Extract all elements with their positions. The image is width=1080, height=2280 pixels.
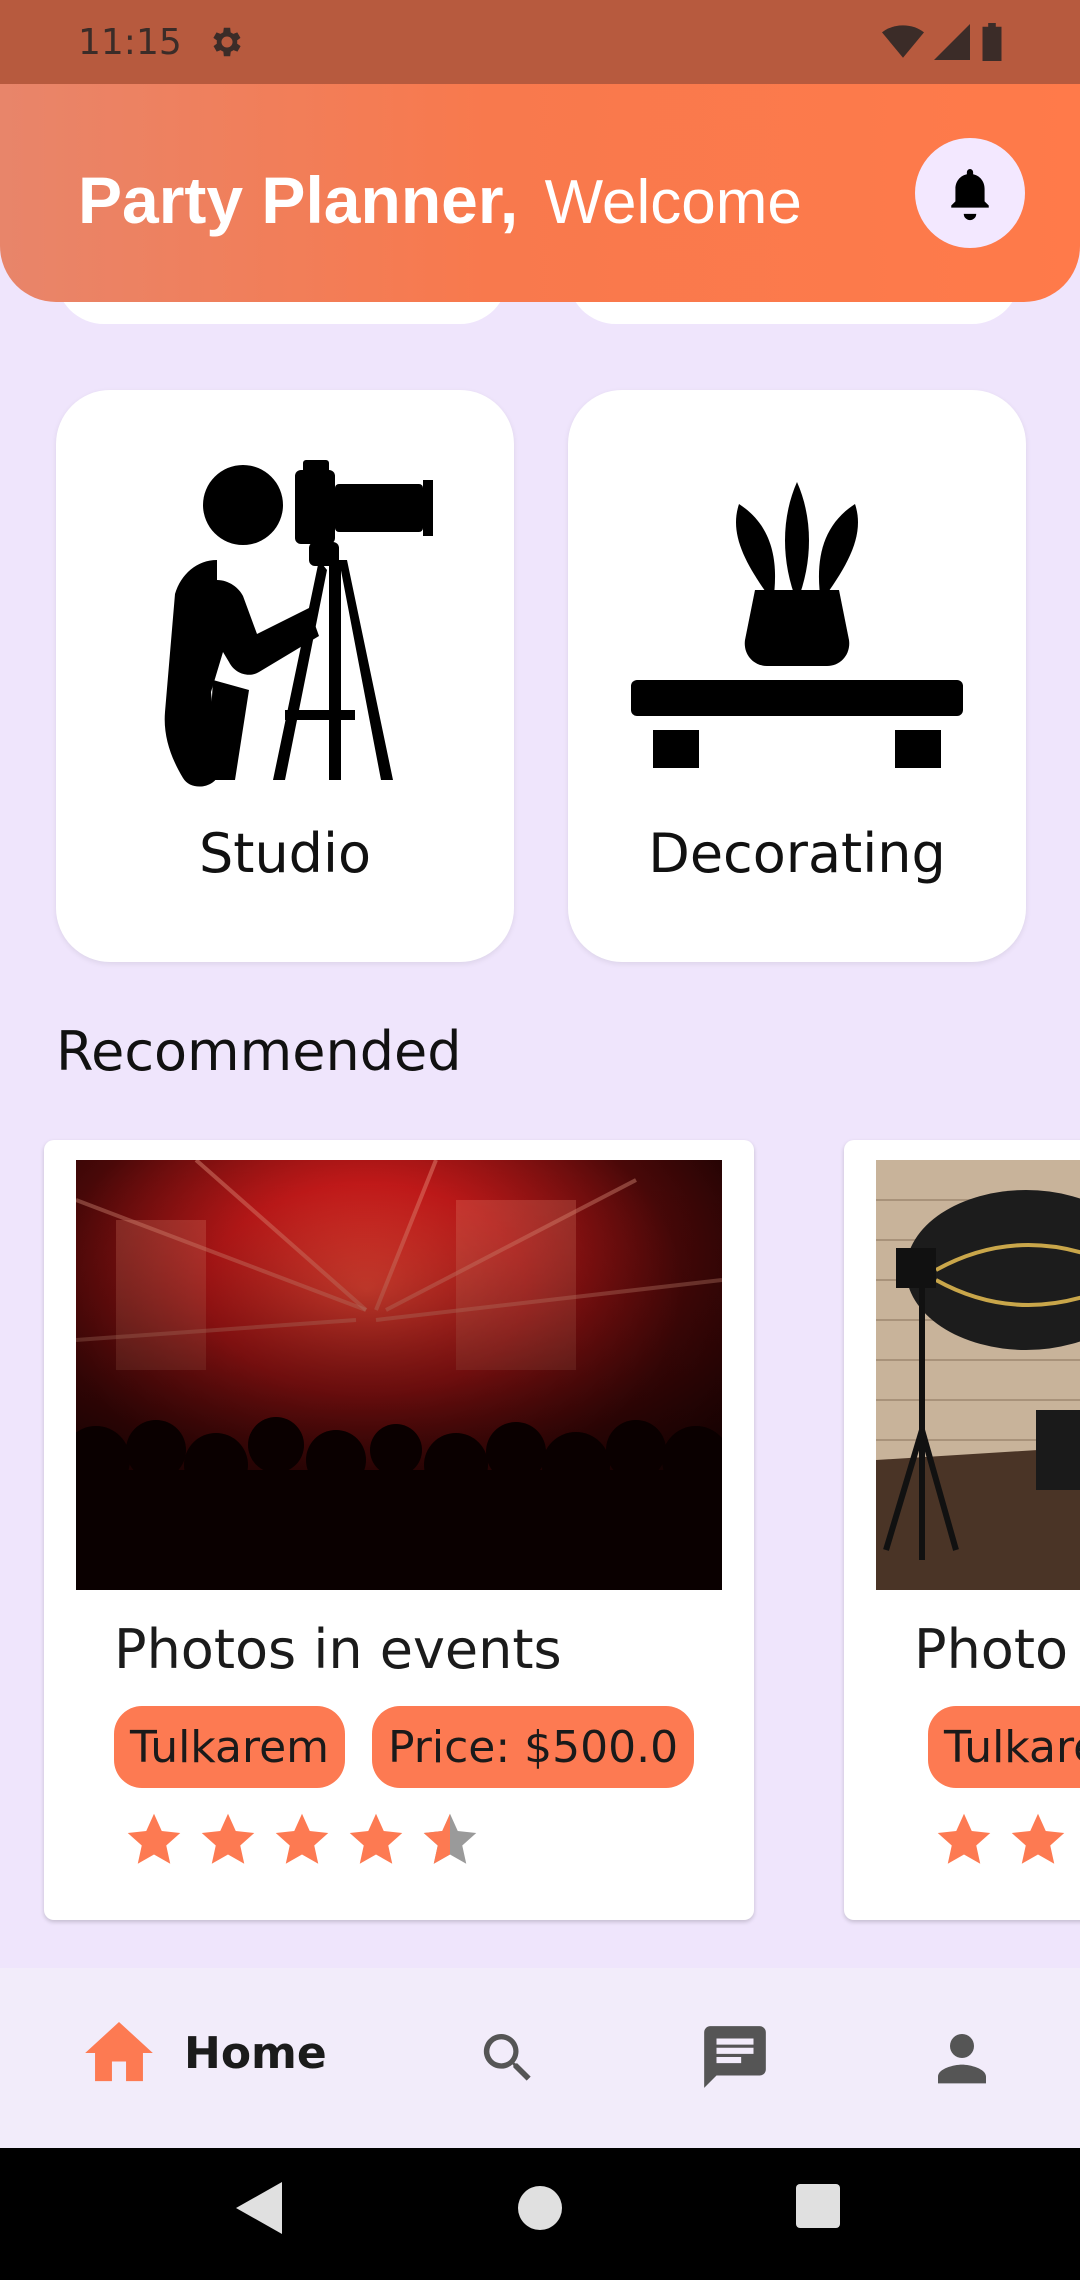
price-chip: Price: $500.0: [372, 1706, 695, 1788]
nav-profile[interactable]: [930, 2026, 994, 2090]
star-icon: [201, 1813, 255, 1864]
bottom-navigation: Home: [0, 1968, 1080, 2148]
category-art: [56, 430, 514, 790]
bell-icon: [951, 169, 989, 221]
screen: 11:15 Party Planner, Welcome Studio Deco…: [0, 0, 1080, 2280]
wifi-icon: [882, 25, 924, 58]
person-icon: [938, 2034, 986, 2084]
card-title: Photo: [914, 1618, 1069, 1681]
status-time: 11:15: [78, 21, 182, 63]
recents-icon[interactable]: [796, 2184, 840, 2228]
home-icon: [85, 2022, 153, 2082]
welcome-text: Welcome: [544, 168, 802, 237]
city-chip: Tulkarem: [114, 1706, 346, 1788]
status-bar: 11:15: [0, 0, 1080, 84]
recommended-card[interactable]: Photo Tulkare: [844, 1140, 1080, 1920]
star-icon: [1011, 1813, 1065, 1864]
star-icon: [937, 1813, 991, 1864]
nav-home[interactable]: Home: [84, 2022, 327, 2084]
category-label: Studio: [199, 822, 371, 885]
cell-signal-icon: [934, 24, 970, 60]
settings-gear-icon: [213, 27, 241, 57]
system-navigation-bar: [0, 2148, 1080, 2280]
search-icon: [483, 2034, 531, 2081]
status-icons: [882, 23, 1004, 61]
event-photo: [76, 1160, 722, 1590]
category-card-studio[interactable]: Studio: [56, 390, 514, 962]
section-title-recommended: Recommended: [56, 1020, 462, 1083]
notifications-button[interactable]: [915, 138, 1025, 248]
chat-icon: [704, 2026, 766, 2088]
category-label: Decorating: [648, 822, 946, 885]
star-icon: [275, 1813, 329, 1864]
recommended-card[interactable]: Photos in events Tulkarem Price: $500.0: [44, 1140, 754, 1920]
star-icon: [349, 1813, 403, 1864]
home-circle-icon[interactable]: [518, 2182, 562, 2234]
header-title: Party Planner, Welcome: [78, 162, 802, 238]
back-icon[interactable]: [236, 2182, 282, 2234]
category-art: [568, 430, 1026, 790]
battery-icon: [982, 23, 1002, 61]
star-half-icon: [423, 1813, 477, 1864]
studio-photo: [876, 1160, 1080, 1590]
app-name: Party Planner,: [78, 163, 519, 237]
nav-messages[interactable]: [698, 2020, 772, 2094]
star-rating: [934, 1810, 1068, 1870]
plant-shelf-icon: [631, 482, 963, 768]
app-header: Party Planner, Welcome: [0, 84, 1080, 302]
photographer-camera-icon: [164, 460, 433, 787]
city-chip: Tulkare: [928, 1706, 1080, 1788]
nav-home-label: Home: [184, 2027, 327, 2079]
star-icon: [127, 1813, 181, 1864]
card-title: Photos in events: [114, 1618, 562, 1681]
nav-search[interactable]: [476, 2026, 540, 2090]
category-card-decorating[interactable]: Decorating: [568, 390, 1026, 962]
star-rating: [124, 1810, 480, 1870]
